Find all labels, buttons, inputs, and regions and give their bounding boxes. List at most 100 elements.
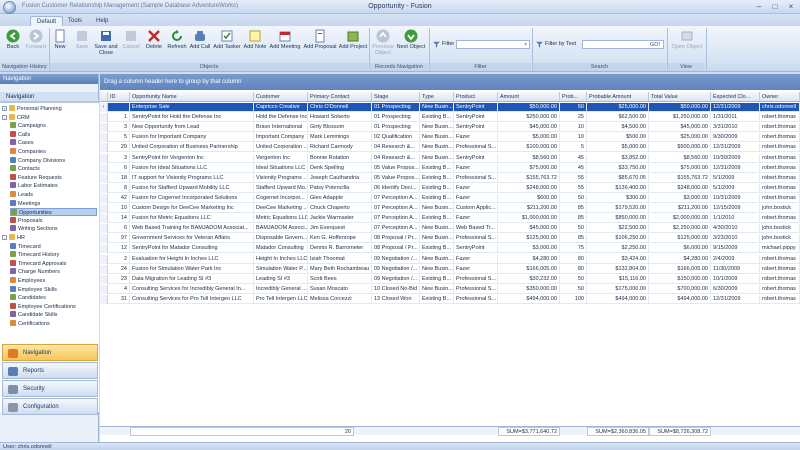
tree-item[interactable]: Meetings — [10, 199, 97, 208]
previous-object-button[interactable]: Previous Object — [371, 29, 395, 59]
tree-item[interactable]: - CRM — [2, 113, 97, 122]
row-selector[interactable] — [100, 224, 108, 234]
new-button[interactable]: New — [51, 29, 69, 59]
column-header[interactable]: Type — [420, 92, 454, 102]
tree-item[interactable]: Timecard Approvals — [10, 259, 97, 268]
nav-section-reports[interactable]: Reports — [2, 362, 98, 379]
tree-item[interactable]: Certifications — [10, 320, 97, 328]
column-header[interactable]: Customer — [254, 92, 308, 102]
back-button[interactable]: Back — [2, 29, 24, 59]
row-selector[interactable] — [100, 204, 108, 213]
nav-section-navigation[interactable]: Navigation — [2, 344, 98, 361]
row-selector[interactable] — [100, 133, 108, 143]
row-selector[interactable] — [100, 244, 108, 254]
table-row[interactable]: 23 Data Migration for Leading SI #3 Leadin… — [100, 274, 800, 284]
tree-item[interactable]: Labor Estimates — [10, 182, 97, 190]
add-tasker-button[interactable]: Add Tasker — [213, 29, 241, 59]
table-row[interactable]: 97 Government Services for Veteran Affair… — [100, 234, 800, 244]
table-row[interactable]: 3 New Opportunity from Lead Bravo Internat… — [100, 123, 800, 133]
table-row[interactable]: 42 Fusion for Cogernet Incorporated Solut… — [100, 193, 800, 203]
add-project-button[interactable]: Add Project — [338, 29, 368, 59]
row-selector[interactable] — [100, 193, 108, 203]
tree-item[interactable]: Timecard History — [10, 251, 97, 259]
table-row[interactable]: 14 Fusion for Metric Equations LLC Metric … — [100, 214, 800, 224]
row-selector[interactable] — [100, 274, 108, 284]
maximize-icon[interactable]: □ — [768, 2, 782, 12]
table-row[interactable]: 31 Consulting Services for Pro Tell Inter… — [100, 294, 800, 304]
open-object-button[interactable]: Open Object — [670, 29, 704, 59]
cancel-button[interactable]: Cancel — [121, 29, 141, 59]
table-row[interactable]: 18 IT support for Visionity Programs LLC V… — [100, 173, 800, 183]
save-and-close-button[interactable]: Save and Close — [93, 29, 119, 59]
go-button[interactable]: GO! — [650, 41, 660, 49]
group-by-panel[interactable]: Drag a column header here to group by th… — [100, 74, 800, 90]
table-row[interactable]: 24 Fusion for Simulation Water Park Inc Si… — [100, 264, 800, 274]
row-selector[interactable] — [100, 143, 108, 153]
column-header[interactable]: Owner — [760, 92, 800, 102]
row-selector[interactable] — [100, 264, 108, 274]
minimize-icon[interactable]: – — [752, 2, 766, 12]
column-header[interactable]: Opportunity Name — [130, 92, 254, 102]
column-header[interactable]: Probable Amount — [587, 92, 649, 102]
row-selector[interactable] — [100, 173, 108, 183]
table-row[interactable]: 6 Web Based Training for BAMJADOM Associa… — [100, 224, 800, 234]
tree-item[interactable]: Candidate Skills — [10, 311, 97, 319]
next-object-button[interactable]: Next Object — [396, 29, 426, 59]
add-meeting-button[interactable]: Add Meeting — [269, 29, 301, 59]
expand-icon[interactable]: + — [2, 106, 7, 111]
tree-item[interactable]: Candidates — [10, 294, 97, 302]
refresh-button[interactable]: Refresh — [166, 29, 188, 59]
nav-section-security[interactable]: Security — [2, 380, 98, 397]
tree-item[interactable]: Companies — [10, 148, 97, 156]
row-selector[interactable] — [100, 183, 108, 193]
tree-item[interactable]: Campaigns — [10, 122, 97, 130]
search-input[interactable]: GO! — [582, 40, 664, 49]
tree-item[interactable]: Employee Skills — [10, 285, 97, 294]
forward-button[interactable]: Forward — [24, 29, 48, 59]
table-row[interactable]: 2 Evaluation for Height In Inches LLC Heig… — [100, 254, 800, 264]
tree-item[interactable]: - HR — [2, 234, 97, 242]
row-selector[interactable] — [100, 153, 108, 163]
table-row[interactable]: 12 SentryPoint for Matador Consulting Mata… — [100, 244, 800, 254]
tree-item[interactable]: + Personal Planning — [2, 105, 97, 113]
table-row[interactable]: 5 Fusion for Important Company Important C… — [100, 133, 800, 143]
tree-item[interactable]: Leads — [10, 191, 97, 199]
row-selector[interactable] — [100, 234, 108, 244]
nav-section-configuration[interactable]: Configuration — [2, 398, 98, 415]
row-selector[interactable] — [100, 294, 108, 304]
row-selector[interactable] — [100, 284, 108, 294]
tree-item[interactable]: Proposals — [10, 216, 97, 225]
table-row[interactable]: 8 Fusion for Stafferd Upward Mobility LLC… — [100, 183, 800, 193]
save-button[interactable]: Save — [73, 29, 91, 59]
row-selector[interactable] — [100, 254, 108, 264]
tree-item[interactable]: Writing Sections — [10, 225, 97, 233]
close-icon[interactable]: × — [784, 2, 798, 12]
row-indicator-icon[interactable]: › — [100, 103, 108, 112]
table-row[interactable]: 1 SentryPoint for Hold the Defense Inc Hol… — [100, 113, 800, 123]
tree-item[interactable]: Contacts — [10, 165, 97, 173]
tree-item[interactable]: Timecard — [10, 242, 97, 251]
tab-help[interactable]: Help — [90, 16, 114, 26]
add-call-button[interactable]: Add Call — [189, 29, 211, 59]
add-note-button[interactable]: Add Note — [243, 29, 267, 59]
column-header[interactable]: Stage — [372, 92, 420, 102]
tree-item[interactable]: Employees — [10, 277, 97, 285]
column-header[interactable]: Primary Contact — [308, 92, 372, 102]
column-header[interactable]: Total Value — [649, 92, 711, 102]
tab-default[interactable]: Default — [30, 16, 64, 26]
column-header[interactable]: ID — [108, 92, 130, 102]
table-row[interactable]: 4 Consulting Services for Incredibly Gene… — [100, 284, 800, 294]
row-selector[interactable] — [100, 113, 108, 123]
column-header[interactable]: Product — [454, 92, 498, 102]
tree-item[interactable]: Calls — [10, 130, 97, 139]
tree-item[interactable]: Cases — [10, 139, 97, 147]
tree-item[interactable]: Opportunities — [10, 208, 97, 217]
add-proposal-button[interactable]: Add Proposal — [303, 29, 337, 59]
table-row[interactable]: 10 Custom Design for DeeCee Marketing Inc… — [100, 204, 800, 213]
collapse-icon[interactable]: - — [2, 114, 7, 120]
delete-button[interactable]: Delete — [144, 29, 164, 59]
table-row[interactable]: › Enterprise Sale Capricco Creative Chris O… — [100, 103, 800, 112]
tree-item[interactable]: Company Divisions — [10, 156, 97, 165]
tree-item[interactable]: Feature Requests — [10, 173, 97, 182]
table-row[interactable]: 29 United Corporation of Business Partner… — [100, 143, 800, 153]
